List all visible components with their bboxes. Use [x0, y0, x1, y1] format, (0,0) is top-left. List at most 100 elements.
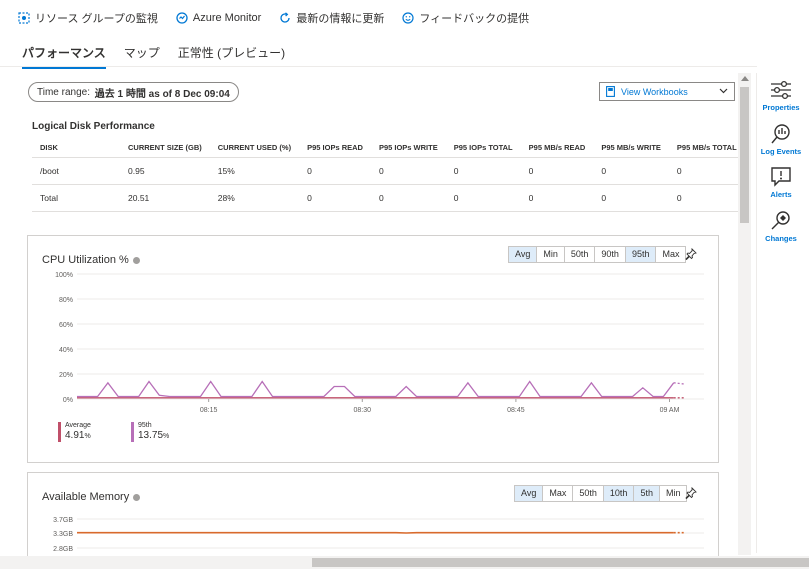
changes-label: Changes	[765, 234, 797, 243]
cpu-utilization-title: CPU Utilization %	[42, 254, 140, 266]
azure-monitor-button[interactable]: Azure Monitor	[176, 12, 261, 24]
legend-average[interactable]: Average 4.91%	[58, 422, 118, 444]
properties-icon	[771, 80, 791, 100]
available-memory-title: Available Memory	[42, 491, 141, 503]
memory-10th-button[interactable]: 10th	[602, 486, 634, 501]
disk-performance-table: DISK CURRENT SIZE (GB) CURRENT USED (%) P95…	[32, 137, 745, 212]
y-tick-label: 2.8GB	[53, 546, 73, 553]
column-header[interactable]: P95 IOPs WRITE	[371, 137, 446, 158]
legend-average-number: 4.91	[65, 430, 85, 441]
table-cell: /boot	[32, 157, 120, 185]
series-line-95th	[77, 380, 675, 398]
horizontal-scroll-thumb[interactable]	[312, 558, 809, 567]
memory-avg-button[interactable]: Avg	[515, 486, 543, 501]
cpu-95th-button[interactable]: 95th	[624, 247, 656, 262]
changes-button[interactable]: Changes	[759, 210, 803, 243]
changes-icon	[771, 211, 790, 230]
column-header[interactable]: DISK	[32, 137, 120, 158]
alerts-button[interactable]: Alerts	[759, 166, 803, 199]
column-header[interactable]: P95 IOPs TOTAL	[446, 137, 521, 158]
cpu-50th-button[interactable]: 50th	[563, 247, 595, 262]
available-memory-title-text: Available Memory	[42, 491, 130, 503]
memory-max-button[interactable]: Max	[542, 486, 572, 501]
sidebar-divider	[756, 73, 757, 553]
memory-50th-button[interactable]: 50th	[572, 486, 603, 501]
column-header[interactable]: P95 IOPs READ	[299, 137, 371, 158]
refresh-button[interactable]: 最新の情報に更新	[279, 10, 384, 26]
chevron-down-icon	[719, 88, 728, 94]
column-header[interactable]: CURRENT USED (%)	[210, 137, 299, 158]
info-icon[interactable]	[132, 256, 140, 264]
column-header[interactable]: P95 MB/s READ	[521, 137, 594, 158]
y-tick-label: 60%	[59, 322, 73, 329]
memory-min-button[interactable]: Min	[658, 486, 687, 501]
column-header[interactable]: CURRENT SIZE (GB)	[120, 137, 210, 158]
smiley-icon	[402, 12, 414, 24]
y-tick-label: 20%	[59, 372, 73, 379]
pin-icon[interactable]	[685, 248, 697, 260]
vertical-scrollbar[interactable]	[738, 73, 751, 555]
legend-95th-unit: %	[163, 433, 170, 440]
disk-table-body: /boot 0.95 15% 0 0 0 0 0 0 Total 20.51 28% 0 0 0 0 0 0	[32, 157, 745, 212]
memory-5th-button[interactable]: 5th	[633, 486, 659, 501]
properties-button[interactable]: Properties	[759, 79, 803, 112]
disk-table-header: DISK CURRENT SIZE (GB) CURRENT USED (%) P95…	[32, 137, 745, 158]
alerts-icon	[771, 167, 791, 187]
table-cell: 15%	[209, 157, 300, 185]
table-cell: 0	[445, 184, 521, 212]
legend-average-name: Average	[65, 422, 91, 429]
legend-95th-name: 95th	[138, 422, 152, 429]
info-icon[interactable]	[133, 493, 141, 501]
view-workbooks-dropdown[interactable]: View Workbooks	[599, 82, 735, 101]
feedback-button[interactable]: フィードバックの提供	[402, 10, 529, 26]
table-row[interactable]: /boot 0.95 15% 0 0 0 0 0 0	[32, 157, 745, 185]
column-header[interactable]: P95 MB/s WRITE	[593, 137, 669, 158]
table-row[interactable]: Total 20.51 28% 0 0 0 0 0 0	[32, 184, 745, 212]
time-range-picker[interactable]: Time range: 過去 1 時間 as of 8 Dec 09:04	[28, 82, 239, 102]
azure-monitor-icon	[176, 12, 188, 24]
cpu-utilization-card: CPU Utilization % Avg Min 50th 90th 95th Max …	[27, 235, 719, 463]
table-cell: 28%	[209, 184, 300, 212]
legend-95th-value: 13.75%	[138, 430, 169, 441]
table-cell: 0	[668, 157, 745, 185]
cpu-utilization-title-text: CPU Utilization %	[42, 254, 129, 266]
table-cell: 0	[299, 157, 371, 185]
scroll-up-arrow[interactable]	[741, 76, 749, 81]
azure-monitor-label: Azure Monitor	[192, 12, 262, 24]
monitor-resource-group-button[interactable]: リソース グループの監視	[18, 10, 158, 26]
monitor-resource-group-label: リソース グループの監視	[35, 13, 158, 25]
time-range-prefix: Time range:	[37, 86, 90, 98]
y-tick-label: 80%	[59, 297, 73, 304]
legend-95th-number: 13.75	[138, 430, 164, 441]
vertical-scroll-thumb[interactable]	[740, 87, 749, 223]
log-events-label: Log Events	[760, 147, 802, 156]
y-tick-label: 3.7GB	[53, 517, 73, 524]
tabs-divider	[0, 66, 757, 67]
log-events-icon	[771, 124, 790, 144]
legend-average-swatch	[58, 422, 61, 442]
y-tick-label: 3.3GB	[53, 531, 73, 538]
series-line-dashed-95th	[673, 382, 685, 385]
cpu-max-button[interactable]: Max	[655, 247, 685, 262]
alerts-label: Alerts	[770, 190, 792, 199]
cpu-avg-button[interactable]: Avg	[509, 247, 537, 262]
x-tick-label: 08:30	[354, 407, 372, 414]
table-cell: 0	[520, 157, 594, 185]
log-events-button[interactable]: Log Events	[759, 123, 803, 156]
pin-icon[interactable]	[685, 487, 697, 499]
memory-aggregation-selector: Avg Max 50th 10th 5th Min	[514, 485, 688, 502]
feedback-label: フィードバックの提供	[419, 13, 530, 25]
table-cell: 20.51	[120, 184, 210, 212]
legend-95th[interactable]: 95th 13.75%	[131, 422, 191, 444]
x-tick-label: 08:45	[507, 407, 525, 414]
horizontal-scrollbar[interactable]	[0, 556, 809, 569]
cpu-utilization-chart: 100% 80% 60% 40% 20% 0% 08:15 08:30 08:45 09 AM	[55, 272, 704, 414]
cpu-90th-button[interactable]: 90th	[594, 247, 625, 262]
legend-average-value: 4.91%	[65, 430, 91, 441]
legend-average-unit: %	[84, 433, 91, 440]
column-header[interactable]: P95 MB/s TOTAL	[669, 137, 745, 158]
available-memory-chart: 3.7GB 3.3GB 2.8GB	[53, 517, 704, 553]
cpu-aggregation-selector: Avg Min 50th 90th 95th Max	[508, 246, 687, 263]
cpu-min-button[interactable]: Min	[536, 247, 564, 262]
workbook-icon	[606, 86, 615, 97]
